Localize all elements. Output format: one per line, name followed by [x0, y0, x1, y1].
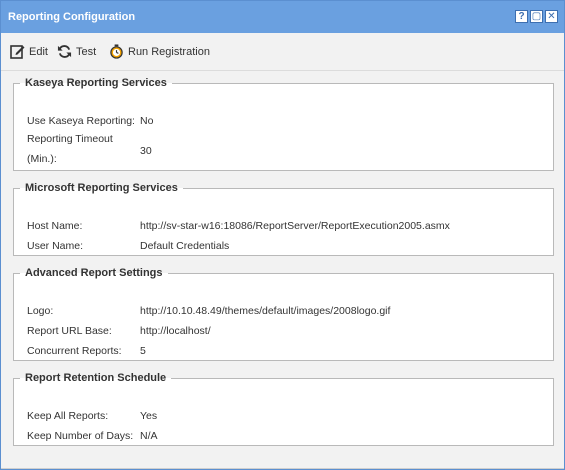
field-label: Host Name:: [27, 220, 83, 232]
maximize-icon: ▢: [531, 10, 542, 22]
run-registration-button[interactable]: Run Registration: [109, 44, 210, 59]
field-label: User Name:: [27, 240, 84, 252]
field-label: Keep Number of Days:: [27, 430, 134, 442]
kaseya-reporting-section: Kaseya Reporting Services Use Kaseya Rep…: [13, 77, 554, 171]
field-label: Concurrent Reports:: [27, 345, 122, 357]
edit-label: Edit: [29, 45, 48, 58]
toolbar: Edit Test Run Registration: [1, 33, 564, 71]
edit-button[interactable]: Edit: [10, 44, 48, 59]
field-value: http://10.10.48.49/themes/default/images…: [140, 305, 391, 317]
field-value: No: [140, 115, 154, 127]
field-label: Reporting Timeout: [27, 133, 113, 145]
field-label: Logo:: [27, 305, 54, 317]
close-button[interactable]: ✕: [545, 10, 558, 23]
configuration-content: Kaseya Reporting Services Use Kaseya Rep…: [1, 71, 564, 469]
section-title: Advanced Report Settings: [25, 267, 163, 279]
field-label: Report URL Base:: [27, 325, 112, 337]
microsoft-reporting-section: Microsoft Reporting Services Host Name: …: [13, 182, 554, 256]
window-controls: ? ▢ ✕: [515, 10, 558, 23]
refresh-icon: [57, 45, 72, 58]
help-icon: ?: [518, 10, 525, 22]
section-title: Kaseya Reporting Services: [25, 77, 167, 89]
field-value: http://localhost/: [140, 325, 211, 337]
section-title: Report Retention Schedule: [25, 372, 167, 384]
window-title: Reporting Configuration: [8, 11, 136, 23]
field-value: Yes: [140, 410, 158, 422]
section-title: Microsoft Reporting Services: [25, 182, 178, 194]
field-value: http://sv-star-w16:18086/ReportServer/Re…: [140, 220, 450, 232]
maximize-button[interactable]: ▢: [530, 10, 543, 23]
field-label-continued: (Min.):: [27, 153, 57, 165]
field-value: 30: [140, 145, 152, 157]
help-button[interactable]: ?: [515, 10, 528, 23]
edit-icon: [10, 45, 25, 59]
test-label: Test: [76, 45, 97, 58]
reporting-configuration-window: Reporting Configuration ? ▢ ✕ Edit Test: [0, 0, 565, 470]
field-value: N/A: [140, 430, 158, 442]
field-value: 5: [140, 345, 146, 357]
advanced-report-settings-section: Advanced Report Settings Logo: http://10…: [13, 267, 554, 361]
stopwatch-icon: [110, 44, 123, 59]
field-label: Use Kaseya Reporting:: [27, 115, 135, 127]
window-titlebar: Reporting Configuration ? ▢ ✕: [1, 1, 564, 33]
report-retention-schedule-section: Report Retention Schedule Keep All Repor…: [13, 372, 554, 446]
test-button[interactable]: Test: [57, 44, 96, 59]
field-label: Keep All Reports:: [27, 410, 109, 422]
run-registration-label: Run Registration: [128, 45, 210, 58]
field-value: Default Credentials: [140, 240, 230, 252]
close-icon: ✕: [547, 10, 556, 22]
